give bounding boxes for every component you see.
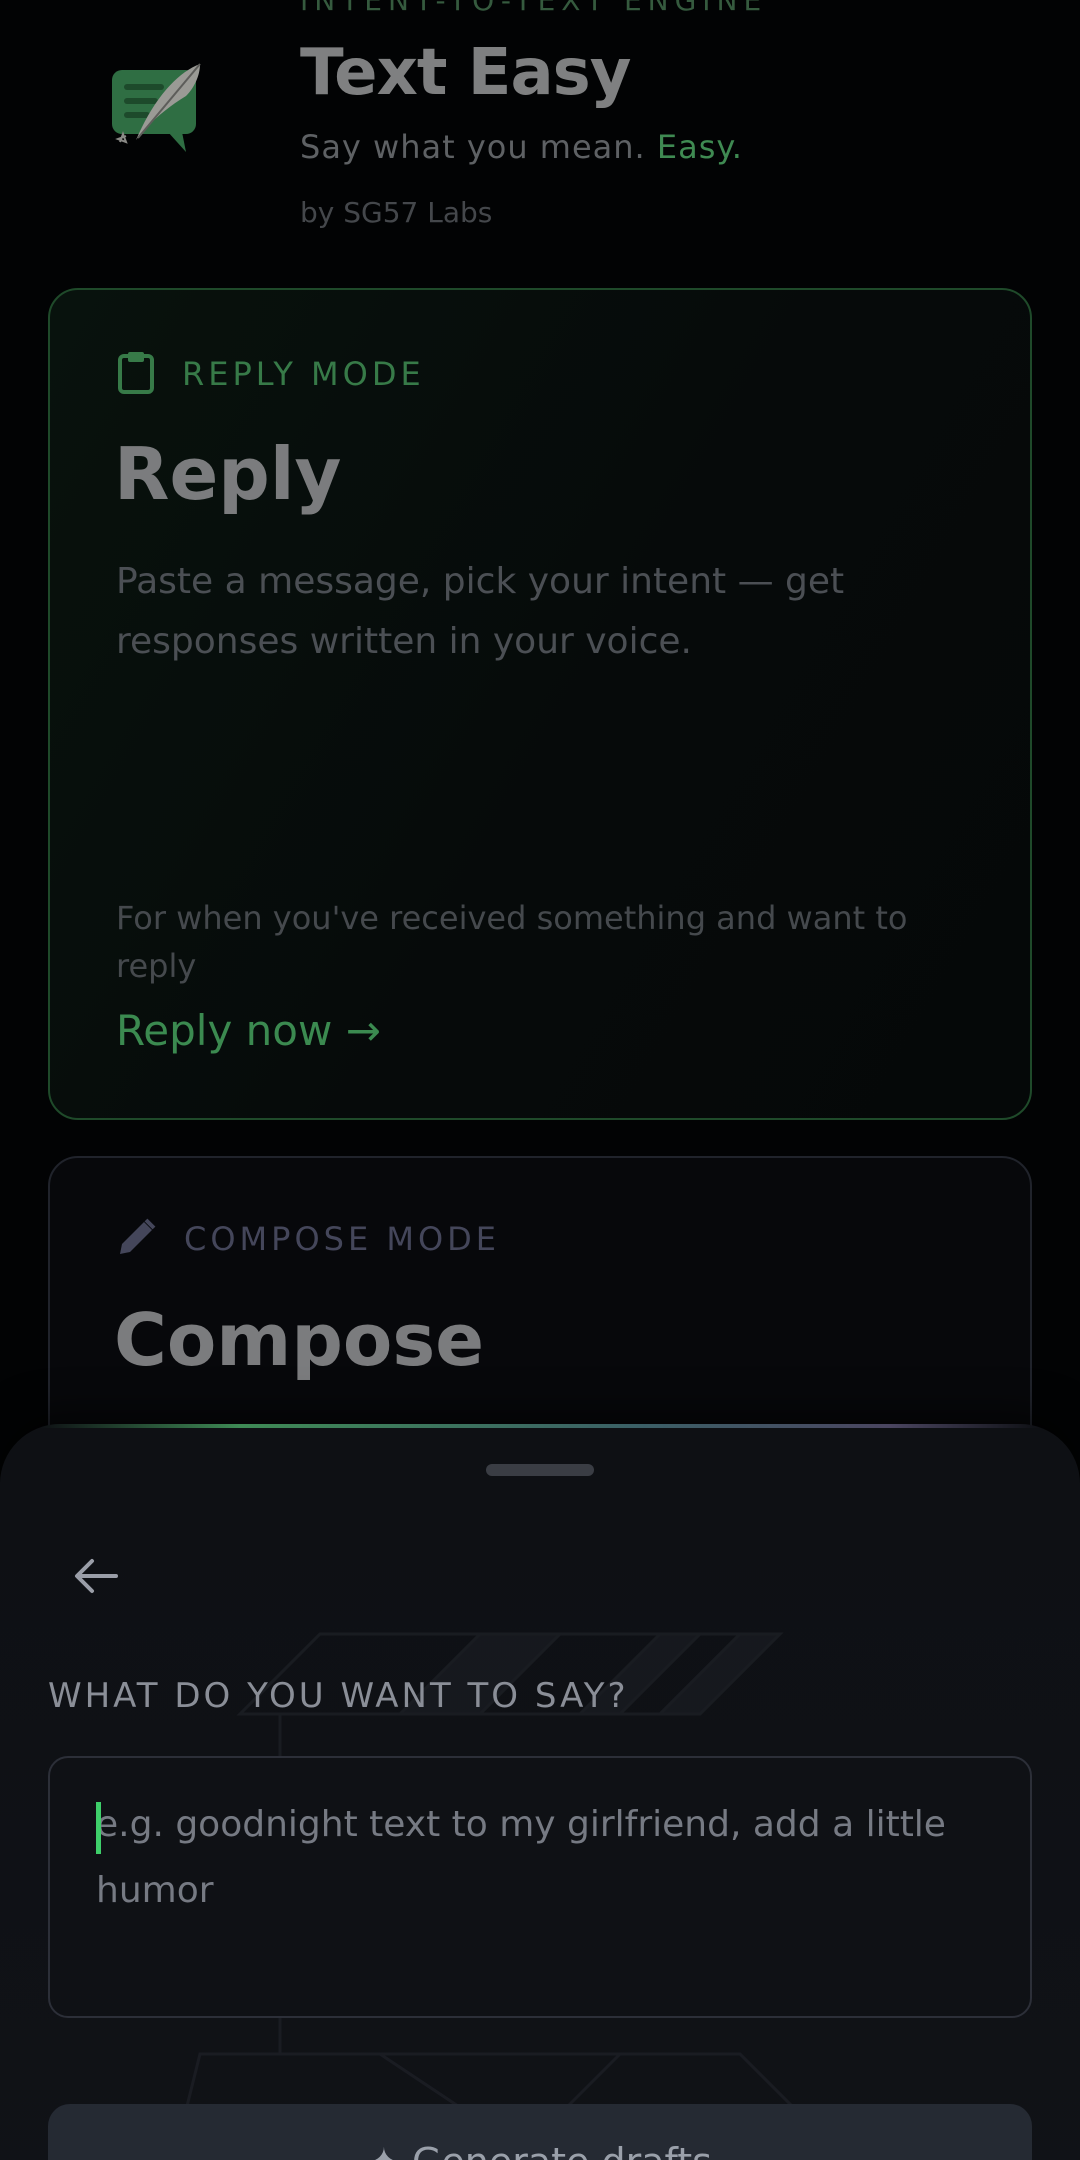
- compose-bottom-sheet: WHAT DO YOU WANT TO SAY? ✦ Generate draf…: [0, 1424, 1080, 2160]
- intent-input-container[interactable]: [48, 1756, 1032, 2018]
- text-caret: [96, 1802, 101, 1854]
- reply-card-footnote: For when you've received something and w…: [116, 899, 908, 985]
- prompt-label: WHAT DO YOU WANT TO SAY?: [48, 1676, 629, 1716]
- arrow-left-icon: [74, 1558, 118, 1598]
- quill-chat-icon: [108, 62, 204, 158]
- sheet-grab-handle[interactable]: [486, 1464, 594, 1476]
- app-screen: INTENT-TO-TEXT ENGINE Text Easy Say what…: [0, 0, 1080, 2160]
- tagline-accent: Easy.: [656, 128, 743, 166]
- reply-mode-card[interactable]: REPLY MODE Reply Paste a message, pick y…: [48, 288, 1032, 1120]
- reply-card-title: Reply: [114, 432, 342, 516]
- intent-input[interactable]: [96, 1792, 984, 1982]
- sheet-glow-line: [40, 1424, 1040, 1428]
- tagline-text: Say what you mean.: [300, 128, 657, 166]
- app-byline: by SG57 Labs: [300, 196, 493, 229]
- app-tagline: Say what you mean. Easy.: [300, 128, 743, 166]
- reply-mode-row: REPLY MODE: [116, 350, 425, 398]
- back-button[interactable]: [60, 1542, 132, 1614]
- compose-card-title: Compose: [114, 1298, 485, 1382]
- generate-button[interactable]: ✦ Generate drafts: [48, 2104, 1032, 2160]
- compose-mode-label: COMPOSE MODE: [184, 1220, 500, 1258]
- reply-card-description: Paste a message, pick your intent — get …: [116, 561, 845, 662]
- compose-mode-row: COMPOSE MODE: [116, 1216, 500, 1262]
- clipboard-icon: [116, 350, 156, 398]
- app-title: Text Easy: [300, 36, 631, 110]
- header-eyebrow: INTENT-TO-TEXT ENGINE: [300, 0, 768, 17]
- reply-mode-label: REPLY MODE: [182, 355, 425, 393]
- pencil-icon: [116, 1216, 158, 1262]
- reply-now-link[interactable]: Reply now →: [116, 1006, 381, 1055]
- app-header: INTENT-TO-TEXT ENGINE Text Easy Say what…: [0, 0, 1080, 260]
